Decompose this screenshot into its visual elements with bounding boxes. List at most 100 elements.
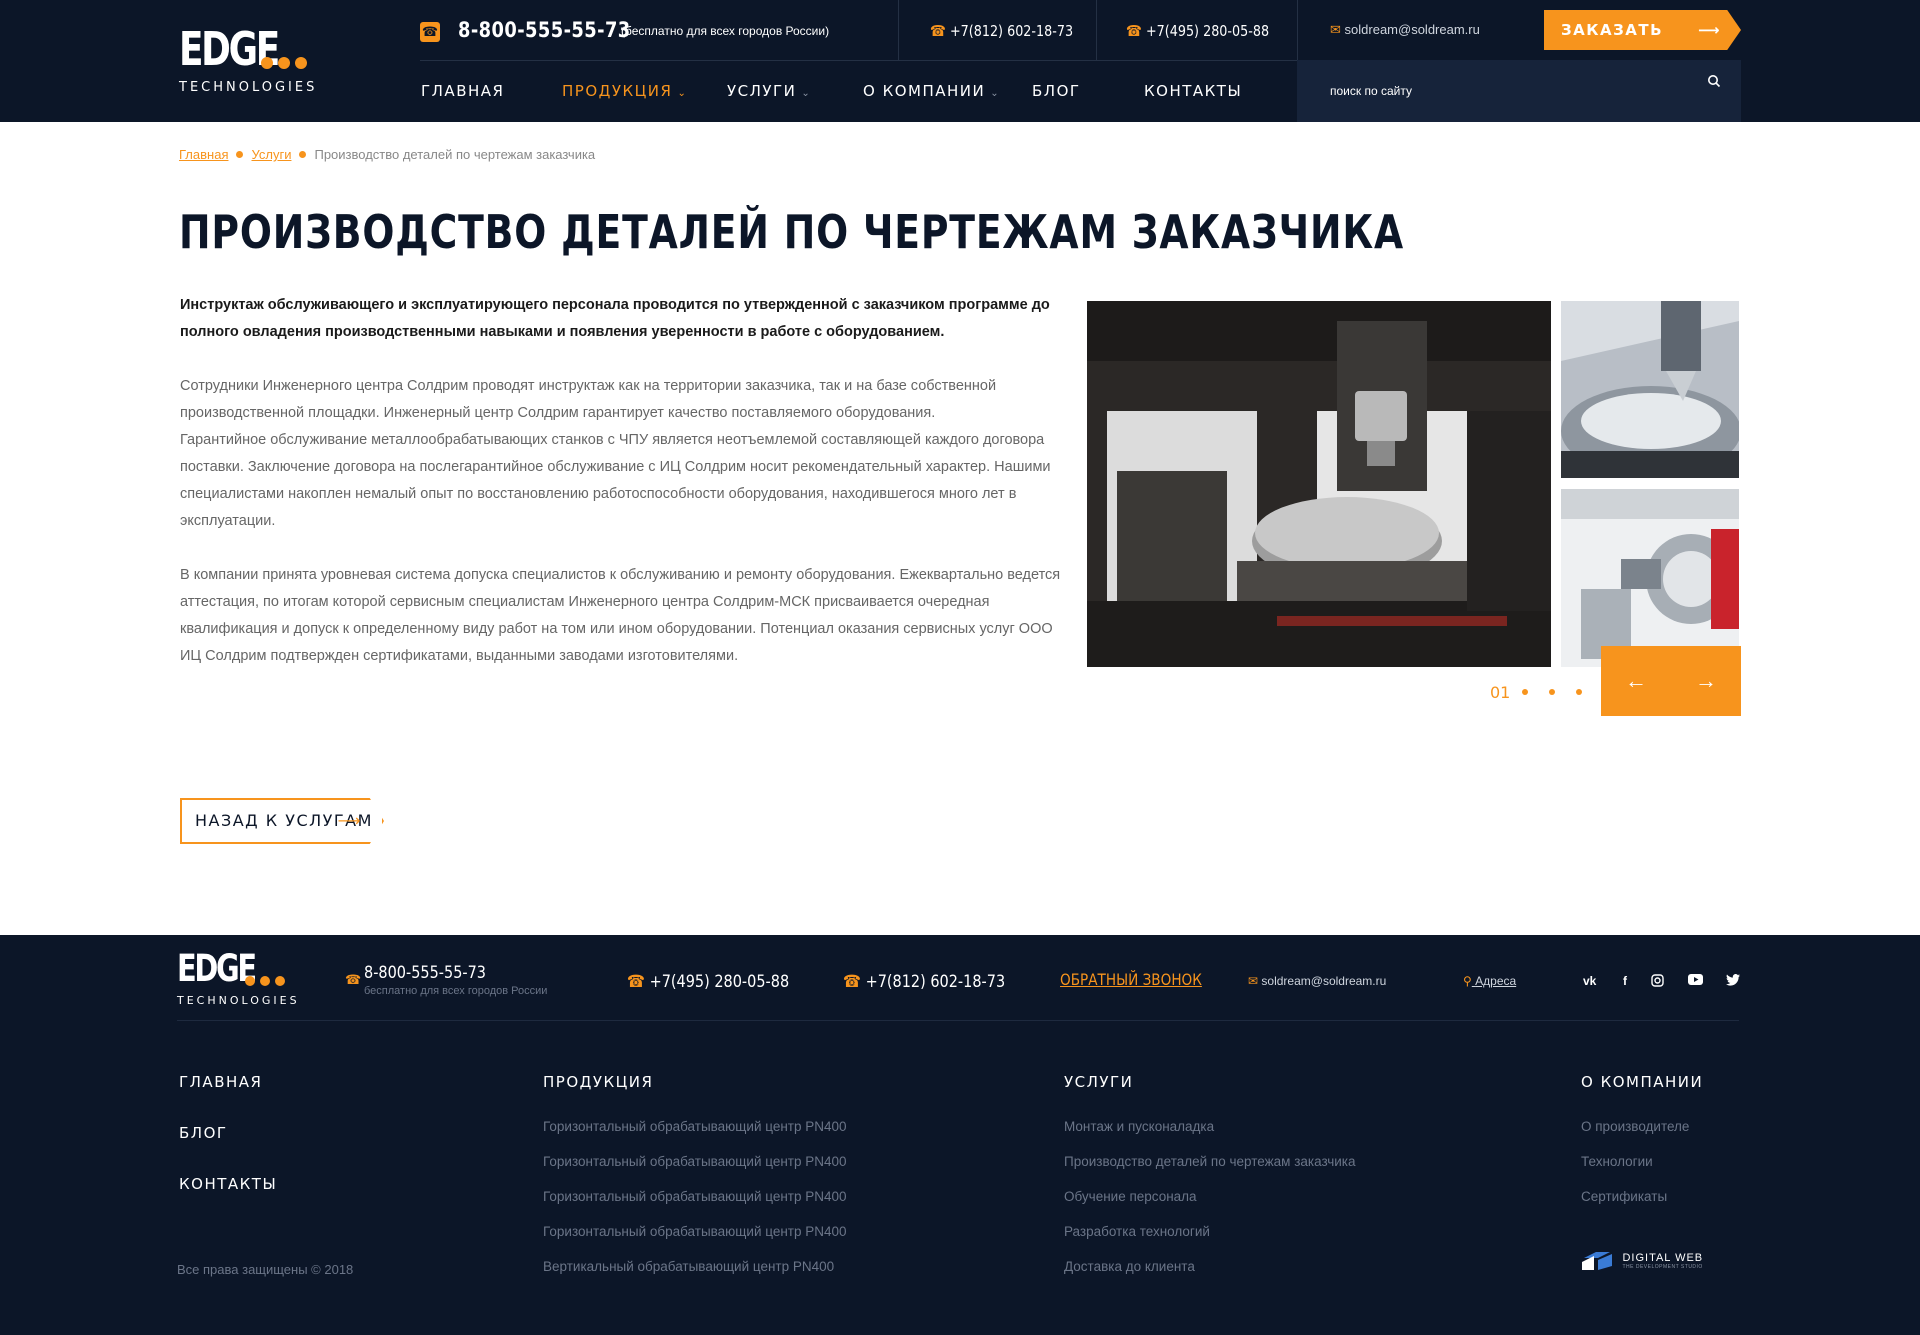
nav-label: БЛОГ	[1032, 82, 1081, 100]
phone-icon: ☎	[1126, 22, 1142, 40]
nav-services[interactable]: УСЛУГИ ⌄	[727, 82, 811, 100]
footer-callback-link[interactable]: ОБРАТНЫЙ ЗВОНОК	[1060, 970, 1202, 989]
breadcrumb-separator	[299, 151, 307, 158]
header-phone-spb[interactable]: ☎ +7(812) 602-18-73	[930, 22, 1073, 40]
footer-service-link[interactable]: Доставка до клиента	[1064, 1259, 1356, 1294]
order-call-button[interactable]: ЗАКАЗАТЬ ЗВОНОК ⟶	[1544, 10, 1741, 50]
developer-logo-mark	[1582, 1252, 1612, 1270]
vk-icon[interactable]: vk	[1583, 974, 1596, 988]
developer-logo[interactable]: DIGITAL WEB THE DEVELOPMENT STUDIO	[1580, 1248, 1703, 1274]
mail-icon: ✉	[1330, 22, 1341, 37]
mail-icon: ✉	[1248, 974, 1259, 988]
header-divider	[1096, 0, 1097, 60]
footer-service-link[interactable]: Разработка технологий	[1064, 1224, 1356, 1259]
header-email[interactable]: ✉ soldream@soldream.ru	[1330, 22, 1480, 38]
header-phone-main[interactable]: 8-800-555-55-73	[458, 18, 631, 42]
footer-service-link[interactable]: Монтаж и пусконаладка	[1064, 1119, 1356, 1154]
footer-email[interactable]: ✉ soldream@soldream.ru	[1248, 974, 1386, 988]
breadcrumb-home[interactable]: Главная	[179, 147, 228, 162]
site-logo[interactable]: EDGE TECHNOLOGIES	[179, 26, 314, 96]
footer-services-title[interactable]: УСЛУГИ	[1064, 1073, 1133, 1091]
footer-phone-note: бесплатно для всех городов России	[364, 985, 548, 997]
footer-product-link[interactable]: Горизонтальный обрабатывающий центр PN40…	[543, 1189, 847, 1224]
chevron-down-icon: ⌄	[677, 88, 688, 99]
gallery-thumbnail[interactable]	[1561, 301, 1739, 478]
developer-name: DIGITAL WEB	[1622, 1252, 1704, 1264]
footer-phone-main[interactable]: 8-800-555-55-73	[364, 963, 486, 983]
gallery-pagination	[1522, 689, 1582, 695]
back-to-services-button[interactable]: НАЗАД К УСЛУГАМ ⟶	[180, 798, 384, 844]
page-title: ПРОИЗВОДСТВО ДЕТАЛЕЙ ПО ЧЕРТЕЖАМ ЗАКАЗЧИ…	[179, 205, 1405, 259]
footer-service-link[interactable]: Производство деталей по чертежам заказчи…	[1064, 1154, 1356, 1189]
footer-phone-spb-text: +7(812) 602-18-73	[865, 972, 1006, 992]
header-email-text: soldream@soldream.ru	[1344, 22, 1480, 37]
footer-product-link[interactable]: Горизонтальный обрабатывающий центр PN40…	[543, 1224, 847, 1259]
footer-about-link[interactable]: О производителе	[1581, 1119, 1689, 1154]
footer-product-link[interactable]: Горизонтальный обрабатывающий центр PN40…	[543, 1119, 847, 1154]
header-phone-msk[interactable]: ☎ +7(495) 280-05-88	[1126, 22, 1269, 40]
footer-email-text: soldream@soldream.ru	[1261, 974, 1387, 988]
footer-about-link[interactable]: Сертификаты	[1581, 1189, 1689, 1224]
breadcrumb-separator	[236, 151, 244, 158]
breadcrumb-services[interactable]: Услуги	[251, 147, 291, 162]
nav-label: УСЛУГИ	[727, 82, 797, 100]
phone-icon: ☎	[420, 22, 440, 42]
footer-address-link[interactable]: ⚲ Адреса	[1463, 974, 1516, 988]
facebook-icon[interactable]: f	[1623, 974, 1627, 988]
nav-contacts[interactable]: КОНТАКТЫ	[1144, 82, 1242, 100]
logo-subtitle: TECHNOLOGIES	[177, 994, 300, 1007]
footer-products-title[interactable]: ПРОДУКЦИЯ	[543, 1073, 653, 1091]
arrow-right-icon[interactable]: →	[1671, 646, 1741, 716]
gallery-counter: 01	[1490, 683, 1511, 702]
footer-divider	[177, 1020, 1739, 1021]
footer-product-link[interactable]: Горизонтальный обрабатывающий центр PN40…	[543, 1154, 847, 1189]
footer-service-link[interactable]: Обучение персонала	[1064, 1189, 1356, 1224]
nav-label: ПРОДУКЦИЯ	[562, 82, 673, 100]
footer-link-contacts[interactable]: КОНТАКТЫ	[179, 1175, 277, 1193]
footer-phone-msk-text: +7(495) 280-05-88	[649, 972, 790, 992]
nav-label: КОНТАКТЫ	[1144, 82, 1243, 100]
gallery-dot[interactable]	[1522, 689, 1528, 695]
gallery-dot[interactable]	[1576, 689, 1582, 695]
map-pin-icon: ⚲	[1463, 974, 1472, 988]
article-body: Инструктаж обслуживающего и эксплуатирую…	[180, 292, 1062, 670]
footer-address-text: Адреса	[1475, 974, 1517, 988]
footer-services-list: Монтаж и пусконаладка Производство детал…	[1064, 1119, 1356, 1294]
arrow-left-icon[interactable]: ←	[1601, 646, 1671, 716]
arrow-right-icon: ⟶	[337, 811, 362, 830]
search-bar	[1297, 60, 1741, 122]
nav-products[interactable]: ПРОДУКЦИЯ ⌄	[562, 82, 687, 100]
gallery-main-image[interactable]	[1087, 301, 1551, 667]
instagram-icon[interactable]	[1651, 974, 1664, 990]
nav-home[interactable]: ГЛАВНАЯ	[421, 82, 504, 100]
nav-blog[interactable]: БЛОГ	[1032, 82, 1081, 100]
youtube-icon[interactable]	[1688, 974, 1703, 988]
gallery-dot[interactable]	[1549, 689, 1555, 695]
logo-dots	[245, 976, 285, 986]
search-input[interactable]	[1330, 80, 1690, 102]
search-icon[interactable]	[1707, 74, 1723, 90]
header-phone-msk-text: +7(495) 280-05-88	[1145, 22, 1270, 40]
footer-phone-spb[interactable]: ☎ +7(812) 602-18-73	[843, 972, 1005, 992]
footer-product-link[interactable]: Вертикальный обрабатывающий центр PN400	[543, 1259, 847, 1294]
header-phone-note: (бесплатно для всех городов России)	[621, 24, 830, 38]
nav-about[interactable]: О КОМПАНИИ ⌄	[863, 82, 1000, 100]
developer-subtitle: THE DEVELOPMENT STUDIO	[1622, 1264, 1703, 1270]
nav-label: О КОМПАНИИ	[863, 82, 986, 100]
footer-link-home[interactable]: ГЛАВНАЯ	[179, 1073, 262, 1091]
footer-products-list: Горизонтальный обрабатывающий центр PN40…	[543, 1119, 847, 1294]
phone-icon: ☎	[345, 972, 362, 987]
footer-logo[interactable]: EDGE TECHNOLOGIES	[177, 950, 297, 1010]
chevron-down-icon: ⌄	[990, 88, 1001, 99]
twitter-icon[interactable]	[1726, 974, 1740, 989]
header-divider	[898, 0, 899, 60]
gallery-thumbnail[interactable]	[1561, 489, 1739, 667]
breadcrumb-current: Производство деталей по чертежам заказчи…	[314, 147, 596, 162]
article-paragraph: Гарантийное обслуживание металлообрабаты…	[180, 432, 1051, 529]
footer-link-blog[interactable]: БЛОГ	[179, 1124, 228, 1142]
phone-icon: ☎	[627, 972, 646, 992]
footer-about-title[interactable]: О КОМПАНИИ	[1581, 1073, 1703, 1091]
footer-phone-msk[interactable]: ☎ +7(495) 280-05-88	[627, 972, 789, 992]
arrow-right-icon: ⟶	[1697, 21, 1721, 39]
footer-about-link[interactable]: Технологии	[1581, 1154, 1689, 1189]
